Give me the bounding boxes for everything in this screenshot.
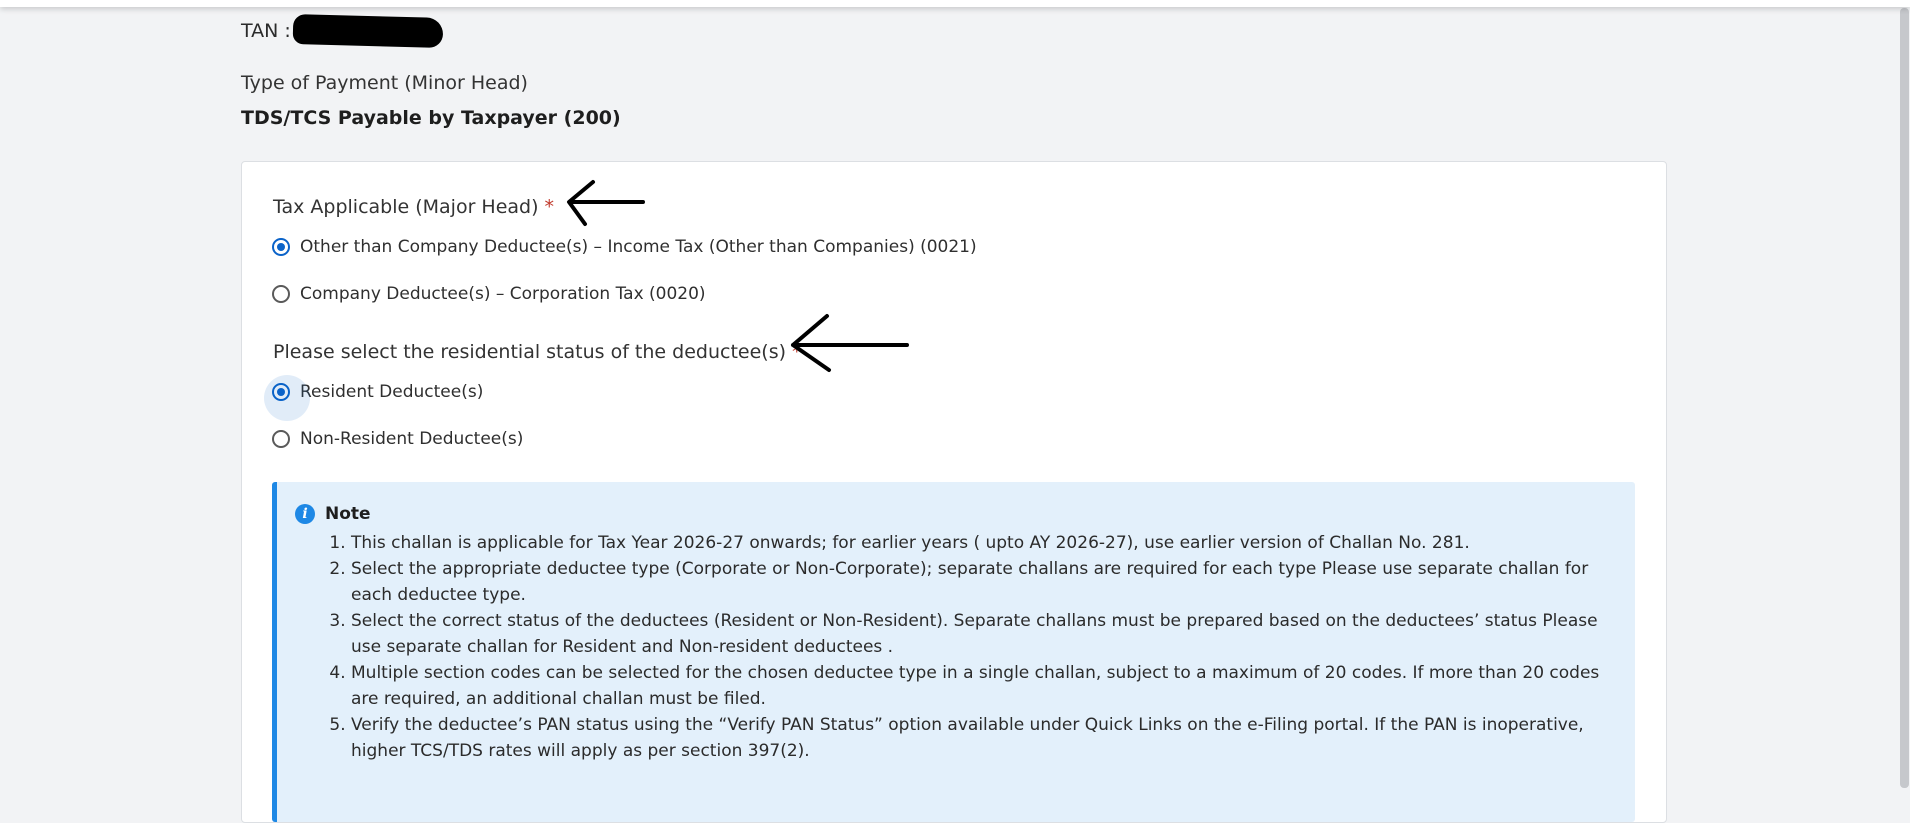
page-scrollbar[interactable] [1898, 0, 1910, 794]
note-item: Multiple section codes can be selected f… [351, 660, 1616, 712]
major-head-label-text: Tax Applicable (Major Head) [273, 196, 539, 218]
tax-details-card: Tax Applicable (Major Head) * Other than … [241, 161, 1667, 823]
residential-status-label: Please select the residential status of … [273, 341, 802, 363]
major-head-option-0021[interactable]: Other than Company Deductee(s) – Income … [272, 237, 977, 257]
residential-option-label: Non-Resident Deductee(s) [300, 429, 524, 449]
minor-head-value: TDS/TCS Payable by Taxpayer (200) [241, 107, 621, 129]
radio-unselected-icon[interactable] [272, 285, 290, 303]
note-header: i Note [295, 504, 371, 524]
tan-redaction [292, 14, 444, 48]
radio-unselected-icon[interactable] [272, 430, 290, 448]
residential-option-resident[interactable]: Resident Deductee(s) [264, 375, 484, 421]
top-app-bar [0, 0, 1910, 7]
radio-selected-icon[interactable] [272, 238, 290, 256]
minor-head-label: Type of Payment (Minor Head) [241, 72, 528, 94]
note-item: Verify the deductee’s PAN status using t… [351, 712, 1616, 764]
annotation-arrow-icon [567, 180, 645, 226]
residential-option-label: Resident Deductee(s) [300, 382, 484, 402]
tan-row: TAN : [241, 14, 621, 48]
major-head-option-label: Company Deductee(s) – Corporation Tax (0… [300, 284, 706, 304]
required-asterisk: * [544, 196, 555, 218]
info-icon: i [295, 504, 315, 524]
note-box: i Note This challan is applicable for Ta… [272, 482, 1635, 822]
major-head-option-label: Other than Company Deductee(s) – Income … [300, 237, 977, 257]
tan-label: TAN : [241, 20, 291, 42]
challan-header: TAN : Type of Payment (Minor Head) TDS/T… [241, 14, 621, 129]
radio-selected-icon[interactable] [264, 375, 310, 421]
annotation-arrow-icon [791, 314, 909, 372]
note-list: This challan is applicable for Tax Year … [305, 530, 1616, 764]
note-item: Select the correct status of the deducte… [351, 608, 1616, 660]
scrollbar-thumb[interactable] [1900, 8, 1909, 788]
note-item: Select the appropriate deductee type (Co… [351, 556, 1616, 608]
residential-status-label-text: Please select the residential status of … [273, 341, 786, 363]
major-head-label: Tax Applicable (Major Head) * [273, 196, 554, 218]
note-title: Note [325, 504, 371, 524]
major-head-option-0020[interactable]: Company Deductee(s) – Corporation Tax (0… [272, 284, 706, 304]
residential-option-non-resident[interactable]: Non-Resident Deductee(s) [272, 429, 523, 449]
note-item: This challan is applicable for Tax Year … [351, 530, 1616, 556]
